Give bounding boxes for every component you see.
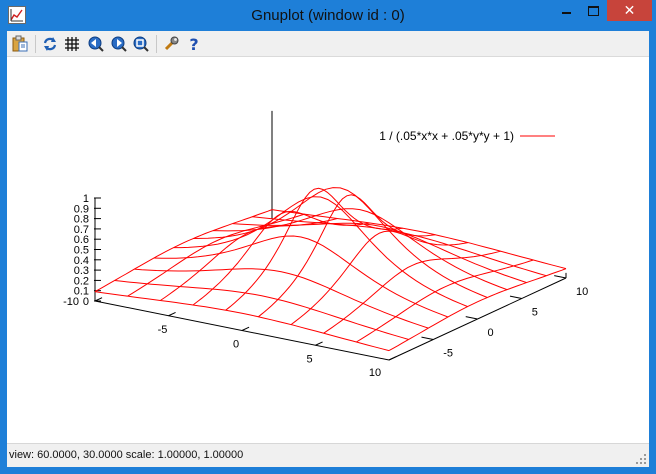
replot-icon[interactable] [40, 34, 60, 54]
unzoom-icon[interactable] [131, 34, 151, 54]
status-bar: view: 60.0000, 30.0000 scale: 1.00000, 1… [7, 443, 649, 467]
y-tick [465, 316, 478, 320]
zoom-next-icon[interactable] [109, 34, 129, 54]
minimize-button[interactable] [553, 0, 579, 21]
z-tick-label: 0.5 [74, 245, 89, 257]
x-tick-label: 5 [306, 353, 312, 365]
maximize-button[interactable] [580, 0, 606, 21]
y-tick [421, 336, 434, 340]
x-tick [241, 326, 250, 331]
toolbar-separator [156, 35, 157, 53]
surface-isoline-y [94, 209, 273, 293]
z-tick-label: 1 [83, 193, 89, 205]
surface-isoline-x [134, 268, 429, 329]
minimize-icon [561, 12, 571, 14]
x-tick [388, 356, 397, 361]
x-tick [168, 312, 176, 317]
z-tick-label: 0.6 [74, 234, 89, 246]
close-button[interactable]: ✕ [607, 0, 652, 21]
y-tick-label: -5 [443, 348, 453, 360]
surface-isoline-y [160, 218, 338, 301]
surface-isoline-x [94, 291, 390, 352]
surface-isoline-x [193, 187, 488, 298]
title-bar[interactable]: Gnuplot (window id : 0) ✕ [0, 0, 656, 31]
svg-text:?: ? [189, 35, 198, 53]
surface-isoline-y [257, 194, 436, 318]
x-tick-label: -10 [63, 296, 79, 308]
surface-plot: 00.10.20.30.40.50.60.70.80.91-10-50510-5… [63, 110, 588, 379]
surface-isoline-x [153, 235, 449, 318]
copy-to-clipboard-icon[interactable] [10, 34, 30, 54]
status-text: view: 60.0000, 30.0000 scale: 1.00000, 1… [9, 449, 244, 461]
options-icon[interactable] [161, 34, 181, 54]
toolbar: ? [7, 31, 649, 57]
zoom-previous-icon[interactable] [86, 34, 106, 54]
surface-isoline-y [356, 259, 534, 343]
x-tick-label: 0 [233, 339, 239, 351]
toolbar-separator [35, 35, 36, 53]
z-tick-label: 0.2 [74, 275, 89, 287]
x-tick-label: 10 [369, 367, 381, 379]
y-tick [509, 295, 522, 299]
y-tick-label: 10 [576, 286, 588, 298]
z-tick-label: 0 [83, 296, 89, 308]
surface-isoline-x [173, 196, 468, 308]
x-tick-label: -5 [158, 324, 168, 336]
maximize-icon [587, 6, 599, 16]
help-icon[interactable]: ? [184, 34, 204, 54]
z-tick-label: 0.4 [74, 255, 89, 267]
z-tick-label: 0.3 [74, 265, 89, 277]
y-tick [554, 275, 567, 279]
y-tick-label: 5 [532, 307, 538, 319]
plot-canvas[interactable]: 0 0.1 0.2 0.3 0.4 0.5 0.6 0.7 0.8 0.9 1 -10 -5 0 5 10 -5… [7, 57, 649, 443]
client-area: ? 0 0.1 0.2 0.3 0.4 0.5 0.6 0.7 0.8 0.9 1 -10 -5 0 5 10… [7, 31, 649, 467]
grid-icon[interactable] [62, 34, 82, 54]
z-tick-label: 0.8 [74, 214, 89, 226]
z-tick-label: 0.9 [74, 203, 89, 215]
legend-label: 1 / (.05*x*x + .05*y*y + 1) [379, 129, 514, 143]
y-tick-label: 0 [488, 327, 494, 339]
z-tick-label: 0.7 [74, 224, 89, 236]
gnuplot-window: Gnuplot (window id : 0) ✕ ? 0 0.1 0.2 0.… [0, 0, 656, 474]
close-icon: ✕ [623, 2, 636, 18]
x-tick [315, 341, 323, 346]
resize-grip-icon[interactable] [635, 453, 647, 465]
